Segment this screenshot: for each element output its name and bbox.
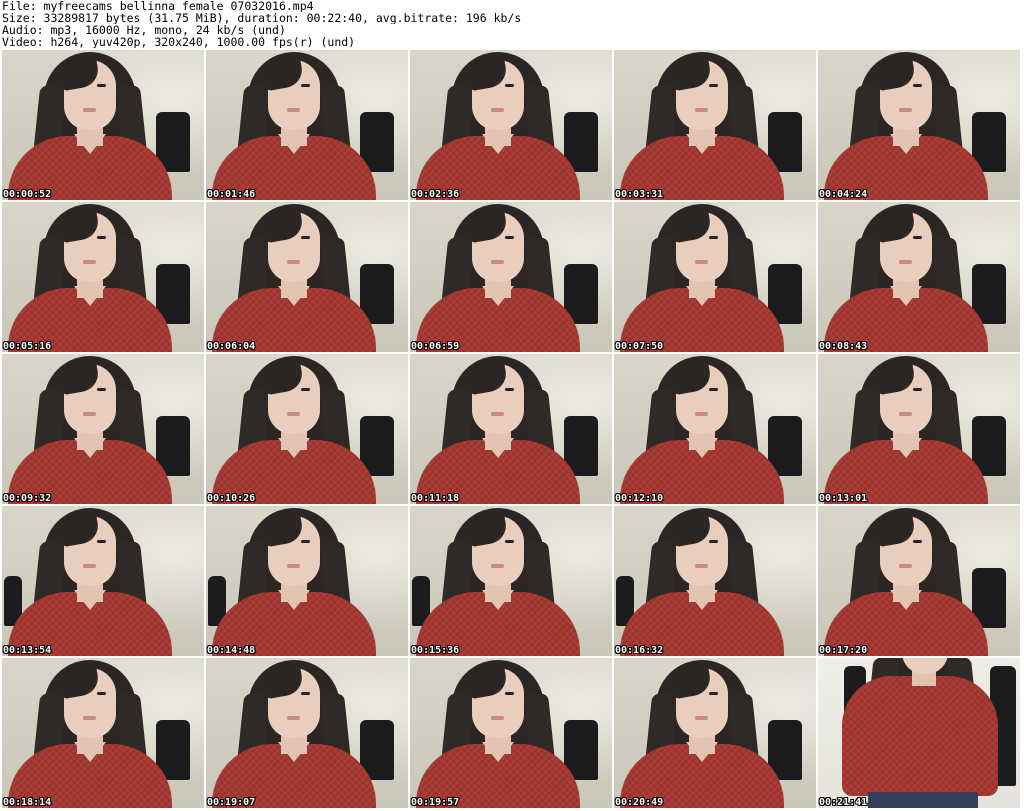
- thumbnail-timestamp: 00:13:54: [3, 645, 52, 656]
- video-thumbnail: 00:09:32: [2, 354, 204, 504]
- video-thumbnail: 00:16:32: [614, 506, 816, 656]
- file-name-line: File: myfreecams_bellinna_female_0703201…: [2, 0, 314, 12]
- video-thumbnail: 00:01:46: [206, 50, 408, 200]
- thumbnail-timestamp: 00:05:16: [3, 341, 52, 352]
- thumbnail-timestamp: 00:12:10: [615, 493, 664, 504]
- video-thumbnail: 00:13:01: [818, 354, 1020, 504]
- thumbnail-timestamp: 00:06:59: [411, 341, 460, 352]
- thumbnail-timestamp: 00:17:20: [819, 645, 868, 656]
- video-thumbnail: 00:21:41: [818, 658, 1020, 808]
- video-thumbnail: 00:12:10: [614, 354, 816, 504]
- thumbnail-timestamp: 00:16:32: [615, 645, 664, 656]
- video-thumbnail: 00:14:48: [206, 506, 408, 656]
- thumbnail-timestamp: 00:18:14: [3, 797, 52, 808]
- video-thumbnail: 00:17:20: [818, 506, 1020, 656]
- video-thumbnail: 00:05:16: [2, 202, 204, 352]
- sweater: [842, 676, 998, 796]
- video-thumbnail: 00:15:36: [410, 506, 612, 656]
- video-info-line: Video: h264, yuv420p, 320x240, 1000.00 f…: [2, 36, 356, 48]
- video-thumbnail: 00:11:18: [410, 354, 612, 504]
- video-thumbnail: 00:06:04: [206, 202, 408, 352]
- video-thumbnail: 00:19:57: [410, 658, 612, 808]
- jeans: [868, 792, 978, 808]
- thumbnail-timestamp: 00:06:04: [207, 341, 256, 352]
- thumbnail-timestamp: 00:10:26: [207, 493, 256, 504]
- thumbnail-timestamp: 00:20:49: [615, 797, 664, 808]
- file-size-line: Size: 33289817 bytes (31.75 MiB), durati…: [2, 12, 522, 24]
- video-thumbnail: 00:08:43: [818, 202, 1020, 352]
- thumbnail-timestamp: 00:07:50: [615, 341, 664, 352]
- thumbnail-timestamp: 00:00:52: [3, 189, 52, 200]
- thumbnail-timestamp: 00:08:43: [819, 341, 868, 352]
- thumbnail-timestamp: 00:15:36: [411, 645, 460, 656]
- video-thumbnail: 00:06:59: [410, 202, 612, 352]
- thumbnail-timestamp: 00:04:24: [819, 189, 868, 200]
- thumbnail-timestamp: 00:19:57: [411, 797, 460, 808]
- thumbnail-timestamp: 00:13:01: [819, 493, 868, 504]
- file-info-header: File: myfreecams_bellinna_female_0703201…: [2, 0, 1022, 48]
- video-thumbnail: 00:20:49: [614, 658, 816, 808]
- thumbnail-timestamp: 00:19:07: [207, 797, 256, 808]
- video-thumbnail: 00:00:52: [2, 50, 204, 200]
- video-thumbnail: 00:07:50: [614, 202, 816, 352]
- thumbnail-timestamp: 00:02:36: [411, 189, 460, 200]
- thumbnail-grid: 00:00:52 00:01:46 00:02:36 00:03:31 00:0…: [2, 50, 1024, 811]
- thumbnail-timestamp: 00:21:41: [819, 797, 868, 808]
- video-thumbnail: 00:13:54: [2, 506, 204, 656]
- video-thumbnail: 00:03:31: [614, 50, 816, 200]
- audio-info-line: Audio: mp3, 16000 Hz, mono, 24 kb/s (und…: [2, 24, 286, 36]
- thumbnail-timestamp: 00:14:48: [207, 645, 256, 656]
- video-thumbnail: 00:19:07: [206, 658, 408, 808]
- thumbnail-timestamp: 00:11:18: [411, 493, 460, 504]
- video-thumbnail: 00:02:36: [410, 50, 612, 200]
- thumbnail-timestamp: 00:09:32: [3, 493, 52, 504]
- thumbnail-timestamp: 00:01:46: [207, 189, 256, 200]
- thumbnail-timestamp: 00:03:31: [615, 189, 664, 200]
- video-thumbnail: 00:04:24: [818, 50, 1020, 200]
- video-thumbnail: 00:18:14: [2, 658, 204, 808]
- video-thumbnail: 00:10:26: [206, 354, 408, 504]
